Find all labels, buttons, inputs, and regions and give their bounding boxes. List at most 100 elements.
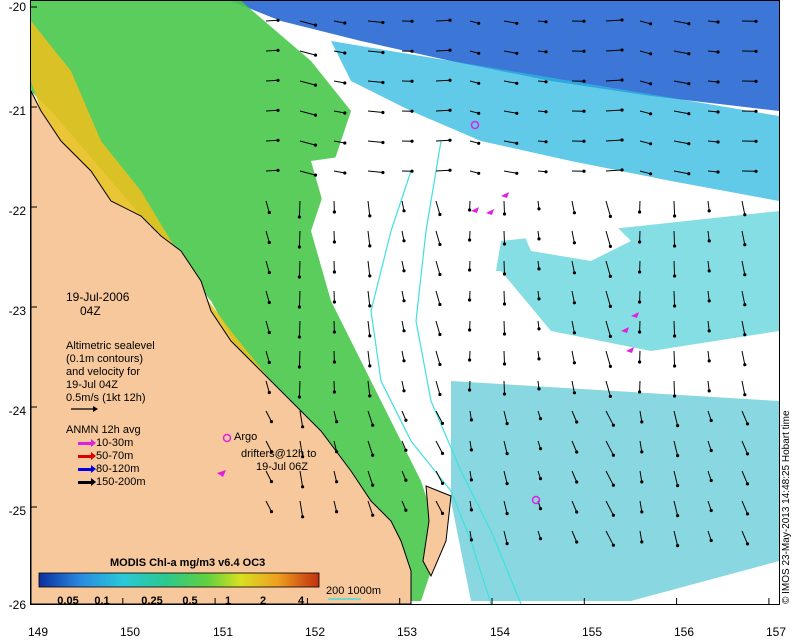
velocity-arrow-head	[438, 362, 442, 367]
colorbar-tick: 0.5	[182, 595, 198, 607]
velocity-arrow-head	[332, 360, 336, 364]
velocity-arrow	[298, 260, 301, 278]
velocity-arrow-head	[505, 452, 509, 456]
copyright-text: © IMOS 23-May-2013 14:48:25 Hobart time	[781, 410, 792, 604]
velocity-arrow-head	[608, 364, 613, 368]
velocity-arrow-head	[371, 513, 375, 517]
velocity-arrow-head	[709, 508, 713, 513]
velocity-arrow-head	[368, 394, 372, 398]
velocity-arrow-head	[754, 49, 758, 53]
velocity-arrow-head	[332, 300, 336, 304]
velocity-arrow-head	[673, 214, 677, 218]
colorbar-title: MODIS Chl-a mg/m3 v6.4 OC3	[110, 557, 266, 569]
depth-contour-label: 200 1000m	[326, 585, 382, 597]
velocity-arrow-head	[469, 508, 473, 512]
lat-label: -25	[8, 504, 26, 518]
velocity-arrow-head	[402, 389, 406, 393]
velocity-arrow-head	[371, 423, 375, 427]
velocity-arrow-head	[438, 272, 442, 277]
velocity-arrow-head	[544, 110, 548, 114]
velocity-arrow-head	[269, 420, 274, 424]
velocity-arrow-head	[707, 359, 711, 363]
velocity-arrow-head	[515, 81, 519, 85]
velocity-arrow-head	[332, 330, 336, 334]
velocity-arrow-head	[343, 81, 347, 85]
velocity-arrow-head	[572, 211, 577, 215]
velocity-arrow-head	[743, 213, 747, 217]
velocity-arrow-head	[649, 142, 653, 146]
velocity-arrow-head	[332, 270, 336, 274]
anmn-legend-row: 150-200m	[78, 476, 146, 489]
velocity-arrow	[673, 380, 676, 397]
colorbar-tick: 0.1	[94, 595, 110, 607]
velocity-arrow-head	[620, 48, 624, 52]
velocity-arrow-head	[537, 267, 541, 271]
velocity-arrow-head	[381, 140, 385, 145]
velocity-arrow-head	[608, 334, 613, 338]
velocity-arrow-head	[515, 141, 519, 145]
velocity-arrow-head	[335, 480, 339, 484]
velocity-arrow-head	[276, 108, 280, 112]
velocity-arrow-head	[745, 422, 750, 426]
velocity-arrow-head	[267, 390, 271, 395]
velocity-arrow-head	[687, 22, 691, 26]
velocity-arrow	[503, 320, 505, 335]
velocity-arrow-head	[716, 50, 720, 54]
velocity-arrow-head	[297, 305, 301, 309]
velocity-arrow-head	[687, 52, 691, 56]
velocity-arrow	[503, 380, 505, 395]
velocity-arrow-head	[505, 542, 509, 546]
velocity-arrow	[265, 49, 279, 52]
velocity-arrow-head	[638, 330, 642, 334]
velocity-arrow-head	[638, 360, 642, 364]
velocity-arrow-head	[673, 334, 677, 338]
velocity-arrow-head	[297, 245, 301, 249]
altimetry-text: Altimetric sealevel	[66, 340, 155, 352]
velocity-arrow-head	[402, 209, 406, 213]
velocity-arrow-head	[716, 20, 720, 24]
velocity-arrow-head	[582, 49, 586, 53]
velocity-arrow-head	[276, 18, 280, 22]
velocity-arrow-head	[640, 450, 644, 454]
velocity-arrow-head	[381, 50, 385, 55]
velocity-arrow-head	[371, 483, 375, 487]
velocity-arrow-head	[468, 328, 472, 332]
velocity-arrow-head	[276, 48, 280, 52]
velocity-arrow-head	[575, 420, 579, 424]
velocity-arrow	[265, 169, 279, 172]
velocity-arrow-head	[754, 139, 758, 143]
lat-label: -24	[8, 404, 26, 418]
velocity-arrow-head	[440, 511, 445, 515]
velocity-arrow-head	[754, 169, 758, 173]
velocity-arrow-head	[505, 482, 509, 486]
velocity-arrow-head	[537, 297, 541, 301]
velocity-arrow-head	[709, 478, 713, 483]
velocity-arrow-head	[335, 420, 339, 424]
velocity-arrow-head	[368, 364, 372, 368]
velocity-arrow-head	[335, 450, 339, 454]
velocity-arrow	[503, 350, 505, 365]
velocity-arrow-head	[301, 425, 305, 429]
velocity-arrow-head	[267, 210, 271, 215]
altimetry-text: 0.5m/s (1kt 12h)	[66, 392, 146, 404]
velocity-arrow	[673, 320, 676, 337]
velocity-arrow-head	[410, 19, 414, 23]
velocity-arrow-head	[687, 142, 691, 146]
velocity-arrow-head	[745, 482, 750, 486]
velocity-arrow-head	[448, 108, 452, 112]
colorbar-tick: 0.25	[141, 595, 163, 607]
velocity-arrow-head	[477, 81, 481, 85]
velocity-arrow-head	[649, 52, 653, 56]
velocity-arrow-head	[477, 111, 481, 115]
velocity-arrow-head	[745, 542, 750, 546]
velocity-arrow-head	[620, 138, 624, 142]
velocity-arrow-head	[477, 21, 481, 25]
altimetry-text: 19-Jul 04Z	[66, 379, 118, 391]
velocity-arrow-head	[448, 168, 452, 172]
velocity-arrow-head	[313, 23, 318, 27]
velocity-arrow-head	[267, 300, 271, 305]
velocity-arrow-head	[343, 171, 347, 175]
velocity-arrow	[503, 200, 505, 215]
velocity-arrow-head	[745, 512, 750, 516]
anmn-legend-row: 10-30m	[78, 437, 133, 450]
